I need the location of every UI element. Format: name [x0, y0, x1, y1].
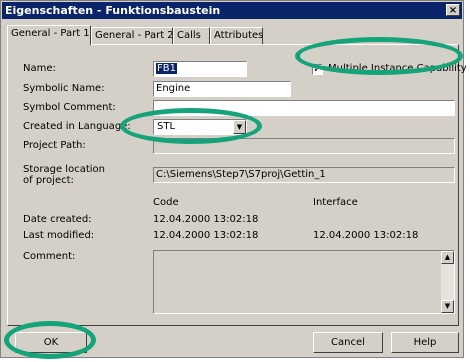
last-modified-interface: 12.04.2000 13:02:18 [313, 230, 419, 241]
properties-dialog: Eigenschaften - Funktionsbaustein × Gene… [0, 0, 467, 358]
date-created-label: Date created: [23, 214, 92, 225]
symbol-comment-label: Symbol Comment: [23, 102, 116, 113]
ok-button[interactable]: OK [15, 332, 87, 353]
date-created-code: 12.04.2000 13:02:18 [153, 214, 259, 225]
code-header: Code [153, 197, 179, 208]
last-modified-label: Last modified: [23, 230, 95, 241]
close-button[interactable]: × [446, 4, 460, 16]
tab-attributes[interactable]: Attributes [210, 27, 263, 44]
tab-calls[interactable]: Calls [173, 27, 210, 44]
storage-location-label-2: of project: [23, 175, 74, 186]
last-modified-code: 12.04.2000 13:02:18 [153, 230, 259, 241]
comment-field[interactable]: ▲ ▼ [153, 250, 455, 314]
comment-label: Comment: [23, 251, 76, 262]
tab-general-part-2[interactable]: General - Part 2 [91, 27, 174, 44]
language-label: Created in Language: [23, 121, 131, 132]
name-value: FB1 [156, 63, 177, 74]
comment-scrollbar[interactable]: ▲ ▼ [441, 251, 454, 313]
name-label: Name: [23, 63, 56, 74]
symbolic-name-field[interactable]: Engine [153, 81, 291, 97]
symbol-comment-field[interactable] [153, 100, 455, 116]
tab-general-part-1[interactable]: General - Part 1 [7, 25, 91, 45]
help-button[interactable]: Help [391, 332, 459, 353]
tab-panel: Name: FB1 ✓ Multiple Instance Capability… [7, 44, 467, 326]
project-path-label: Project Path: [23, 140, 86, 151]
storage-location-label: Storage location [23, 164, 105, 175]
project-path-field [153, 138, 455, 154]
window-title: Eigenschaften - Funktionsbaustein [5, 4, 221, 17]
arrow-up-icon[interactable]: ▲ [441, 251, 454, 264]
multiple-instance-label: Multiple Instance Capability [328, 63, 467, 74]
arrow-down-icon[interactable]: ▼ [441, 300, 454, 313]
storage-location-field: C:\Siemens\Step7\S7proj\Gettin_1 [153, 167, 455, 183]
multiple-instance-checkbox[interactable]: ✓ [312, 64, 323, 75]
title-bar: Eigenschaften - Funktionsbaustein × [2, 2, 462, 19]
cancel-button[interactable]: Cancel [313, 332, 383, 353]
chevron-down-icon[interactable]: ▼ [233, 120, 246, 134]
interface-header: Interface [313, 197, 358, 208]
name-field[interactable]: FB1 [153, 61, 247, 77]
symbolic-name-label: Symbolic Name: [23, 83, 105, 94]
language-dropdown[interactable]: STL ▼ [153, 119, 247, 135]
language-value: STL [157, 121, 176, 132]
close-icon: × [448, 5, 458, 16]
